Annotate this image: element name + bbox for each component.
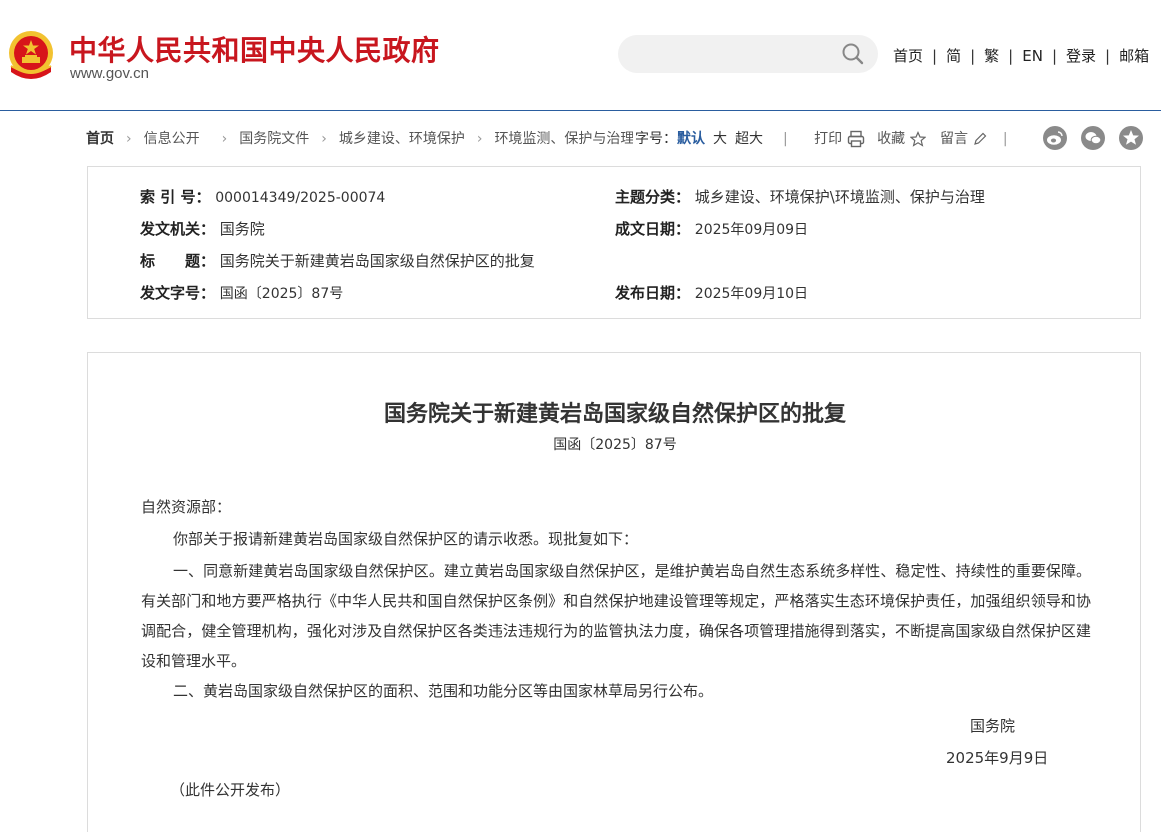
article-signer: 国务院 — [970, 717, 1016, 735]
search-icon[interactable] — [841, 42, 865, 66]
nav-divider: | — [1105, 47, 1111, 65]
document-info-table: 索 引 号： 000014349/2025-00074 主题分类： 城乡建设、环… — [87, 166, 1141, 319]
font-size-default[interactable]: 默认 — [677, 131, 705, 147]
nav-divider: | — [970, 47, 976, 65]
info-written-date-row: 成文日期： 2025年09月09日 — [615, 218, 808, 239]
qzone-star-icon — [1123, 130, 1139, 145]
info-title-value: 国务院关于新建黄岩岛国家级自然保护区的批复 — [219, 252, 535, 270]
search-input[interactable] — [634, 43, 838, 67]
print-button[interactable]: 打印 — [814, 130, 869, 148]
breadcrumb-urban-env[interactable]: 城乡建设、环境保护 — [339, 131, 465, 147]
national-emblem-icon[interactable] — [5, 28, 57, 82]
favorite-button[interactable]: 收藏 — [877, 131, 930, 147]
nav-simplified[interactable]: 简 — [946, 47, 961, 65]
font-size-xlarge[interactable]: 超大 — [735, 131, 763, 147]
info-issuer-value: 国务院 — [219, 220, 265, 238]
nav-divider: | — [932, 47, 938, 65]
comment-label: 留言 — [939, 131, 968, 147]
article-paragraph: 一、同意新建黄岩岛国家级自然保护区。建立黄岩岛国家级自然保护区，是维护黄岩岛自然… — [141, 562, 1091, 670]
nav-login[interactable]: 登录 — [1066, 47, 1096, 65]
info-docno-value: 国函〔2025〕87号 — [219, 286, 344, 302]
wechat-share-button[interactable] — [1081, 126, 1105, 150]
top-nav: 首页 | 简 | 繁 | EN | 登录 | 邮箱 — [893, 45, 1149, 66]
breadcrumb-info-public[interactable]: 信息公开 — [144, 131, 200, 147]
comment-button[interactable]: 留言 — [940, 131, 993, 147]
info-issuer-row: 发文机关： 国务院 — [140, 218, 265, 239]
nav-divider: | — [1008, 47, 1014, 65]
info-publish-date-row: 发布日期： 2025年09月10日 — [615, 282, 808, 303]
breadcrumb: 首页 › 信息公开 › 国务院文件 › 城乡建设、环境保护 › 环境监测、保护与治理 — [86, 128, 634, 148]
breadcrumb-env-monitoring[interactable]: 环境监测、保护与治理 — [494, 131, 634, 147]
font-size-large[interactable]: 大 — [713, 131, 727, 147]
search-box[interactable] — [618, 35, 878, 73]
tools-divider: | — [1002, 131, 1008, 147]
info-written-date-label: 成文日期： — [615, 220, 691, 238]
weibo-share-button[interactable] — [1043, 126, 1067, 150]
site-domain[interactable]: www.gov.cn — [70, 65, 149, 82]
chevron-right-icon: › — [126, 131, 132, 147]
nav-home[interactable]: 首页 — [893, 47, 923, 65]
favorite-label: 收藏 — [877, 131, 906, 147]
wechat-icon — [1085, 132, 1102, 145]
nav-traditional[interactable]: 繁 — [984, 47, 999, 65]
info-docno-row: 发文字号： 国函〔2025〕87号 — [140, 282, 343, 303]
nav-mailbox[interactable]: 邮箱 — [1119, 47, 1149, 65]
article-tools: | 打印 收藏 留言 | — [783, 128, 1008, 148]
info-title-label: 标 题： — [140, 252, 216, 270]
info-index-value: 000014349/2025-00074 — [215, 190, 386, 206]
font-size-control: 字号：默认大超大 — [633, 128, 763, 148]
info-topic-value: 城乡建设、环境保护\环境监测、保护与治理 — [694, 188, 985, 206]
pencil-icon — [974, 132, 987, 145]
chevron-right-icon: › — [476, 131, 483, 147]
info-topic-label: 主题分类： — [615, 188, 691, 206]
site-header: 中华人民共和国中央人民政府 www.gov.cn 首页 | 简 | 繁 | EN | 登录 | 邮箱 — [0, 0, 1161, 111]
chevron-right-icon: › — [321, 131, 327, 147]
site-title[interactable]: 中华人民共和国中央人民政府 — [69, 29, 440, 69]
info-topic-row: 主题分类： 城乡建设、环境保护\环境监测、保护与治理 — [615, 186, 985, 207]
info-index-label: 索 引 号： — [140, 188, 211, 206]
info-issuer-label: 发文机关： — [140, 220, 216, 238]
breadcrumb-state-council-docs[interactable]: 国务院文件 — [239, 131, 309, 147]
article-paragraph: 二、黄岩岛国家级自然保护区的面积、范围和功能分区等由国家林草局另行公布。 — [173, 682, 714, 700]
breadcrumb-home[interactable]: 首页 — [86, 131, 114, 147]
article-sign-date: 2025年9月9日 — [946, 749, 1049, 767]
nav-english[interactable]: EN — [1022, 47, 1043, 65]
weibo-icon — [1047, 131, 1063, 145]
article-title: 国务院关于新建黄岩岛国家级自然保护区的批复 — [383, 401, 846, 427]
info-index-row: 索 引 号： 000014349/2025-00074 — [140, 186, 385, 207]
info-title-row: 标 题： 国务院关于新建黄岩岛国家级自然保护区的批复 — [140, 250, 535, 271]
chevron-right-icon: › — [221, 131, 228, 147]
font-size-label: 字号： — [635, 131, 677, 147]
star-icon — [908, 131, 927, 147]
article-salutation: 自然资源部： — [141, 498, 232, 516]
article-body: 国务院关于新建黄岩岛国家级自然保护区的批复 国函〔2025〕87号 自然资源部：… — [87, 352, 1141, 832]
info-written-date-value: 2025年09月09日 — [694, 222, 809, 238]
article-paragraph: 你部关于报请新建黄岩岛国家级自然保护区的请示收悉。现批复如下： — [173, 530, 639, 548]
nav-divider: | — [1051, 47, 1057, 65]
info-publish-date-label: 发布日期： — [615, 284, 691, 302]
info-publish-date-value: 2025年09月10日 — [694, 286, 809, 302]
qzone-share-button[interactable] — [1119, 126, 1143, 150]
info-docno-label: 发文字号： — [140, 284, 216, 302]
article-doc-number: 国函〔2025〕87号 — [553, 437, 677, 453]
printer-icon — [847, 130, 864, 148]
article-release-note: （此件公开发布） — [170, 781, 291, 799]
print-label: 打印 — [814, 131, 843, 147]
tools-divider: | — [783, 131, 788, 147]
